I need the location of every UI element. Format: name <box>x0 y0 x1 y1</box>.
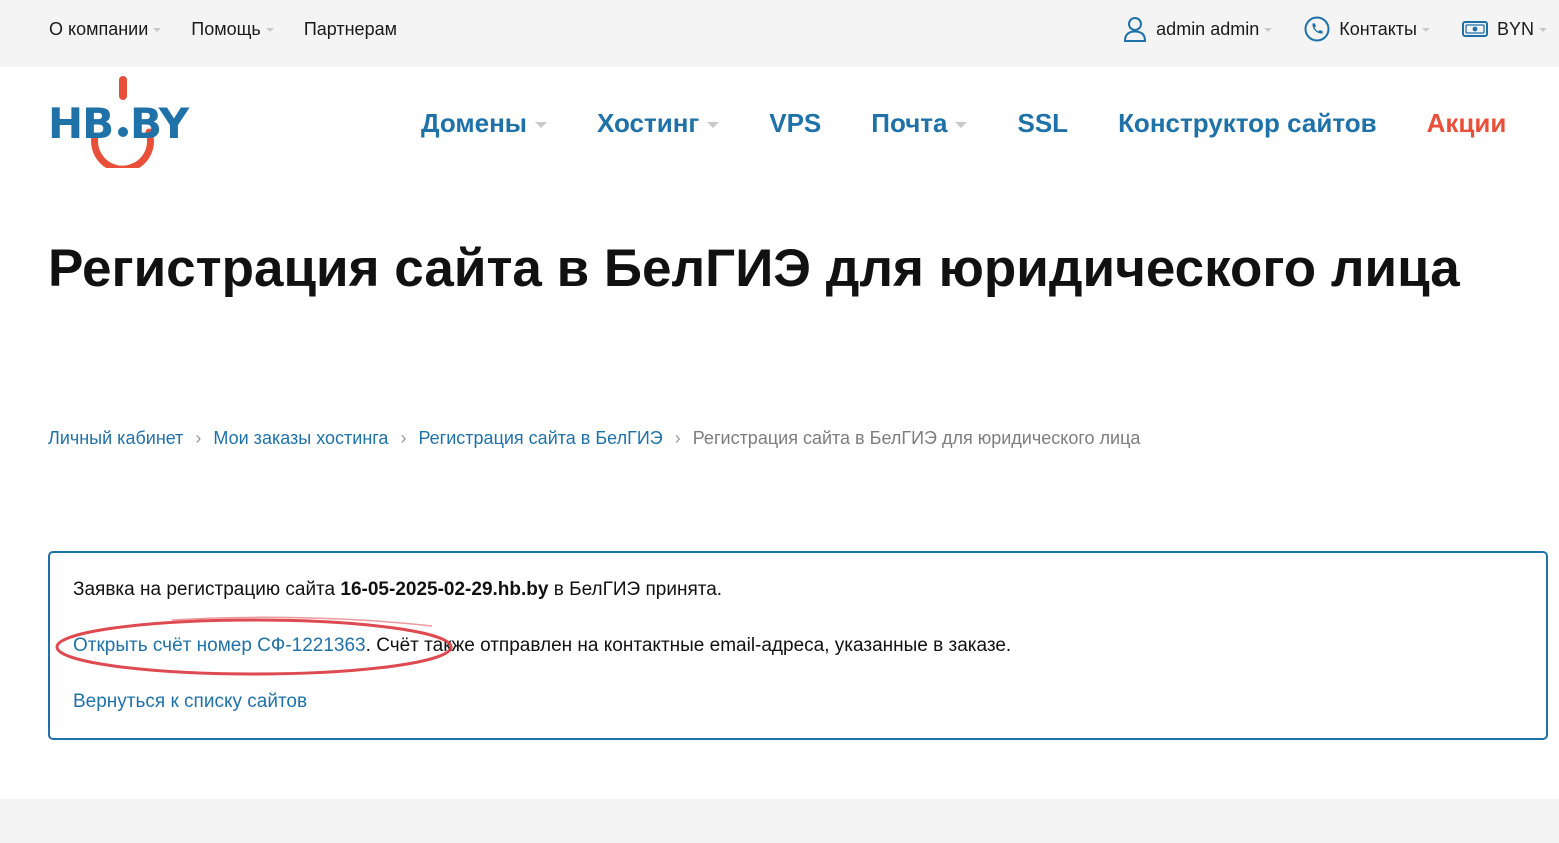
nav-vps-label: VPS <box>769 108 822 138</box>
breadcrumb-current: Регистрация сайта в БелГИЭ для юридическ… <box>692 428 1141 448</box>
contacts-menu-label: Контакты <box>1339 18 1417 39</box>
breadcrumb-cabinet[interactable]: Личный кабинет <box>48 428 183 449</box>
breadcrumb-hosting-orders[interactable]: Мои заказы хостинга <box>213 428 388 449</box>
site-logo[interactable]: HB BY <box>47 76 199 173</box>
user-icon <box>1124 17 1147 42</box>
money-icon <box>1461 21 1488 37</box>
success-notice: Заявка на регистрацию сайта 16-05-2025-0… <box>48 551 1548 740</box>
nav-promo[interactable]: Акции <box>1427 108 1507 139</box>
notice-line1-suffix: в БелГИЭ принята. <box>548 579 723 600</box>
top-utility-bar: О компании Помощь Партнерам admin admin … <box>0 0 1559 67</box>
nav-ssl[interactable]: SSL <box>1017 108 1068 139</box>
chevron-down-icon <box>1539 27 1547 32</box>
chevron-down-icon <box>955 121 968 128</box>
footer-strip <box>0 799 1559 843</box>
breadcrumb-separator-icon: › <box>195 428 202 448</box>
top-menu-help-label: Помощь <box>191 18 261 39</box>
breadcrumb-belgie-registration[interactable]: Регистрация сайта в БелГИЭ <box>418 428 662 449</box>
nav-domains[interactable]: Домены <box>421 108 547 139</box>
nav-mail-label: Почта <box>871 108 948 138</box>
nav-vps[interactable]: VPS <box>769 108 821 139</box>
nav-mail[interactable]: Почта <box>871 108 968 139</box>
nav-hosting-label: Хостинг <box>596 108 700 138</box>
open-invoice-link[interactable]: Открыть счёт номер СФ-1221363 <box>73 635 366 656</box>
phone-icon <box>1304 16 1330 42</box>
top-menu-help[interactable]: Помощь <box>191 19 274 40</box>
notice-invoice-text: Открыть счёт номер СФ-1221363. Счёт такж… <box>73 635 1011 657</box>
nav-ssl-label: SSL <box>1017 108 1069 138</box>
chevron-down-icon <box>265 27 274 32</box>
top-menu-partners-label: Партнерам <box>303 18 397 39</box>
main-nav: Домены Хостинг VPS Почта SSL Конструктор… <box>421 67 1506 180</box>
breadcrumb: Личный кабинет › Мои заказы хостинга › Р… <box>48 428 1140 449</box>
notice-line2-suffix: . Счёт также отправлен на контактные ema… <box>365 635 1012 656</box>
top-menu-about[interactable]: О компании <box>49 18 162 40</box>
notice-back-line: Вернуться к списку сайтов <box>73 691 307 713</box>
user-menu[interactable]: admin admin <box>1123 16 1273 42</box>
svg-text:HB: HB <box>48 99 113 148</box>
page-title: Регистрация сайта в БелГИЭ для юридическ… <box>48 239 1460 298</box>
nav-hosting[interactable]: Хостинг <box>596 108 720 139</box>
contacts-menu[interactable]: Контакты <box>1304 16 1430 42</box>
back-to-sites-link[interactable]: Вернуться к списку сайтов <box>73 691 307 712</box>
chevron-down-icon <box>707 121 720 128</box>
hb-by-logo: HB BY <box>48 76 191 173</box>
top-menu-about-label: О компании <box>49 18 149 39</box>
chevron-down-icon <box>153 27 162 32</box>
breadcrumb-separator-icon: › <box>400 428 407 448</box>
main-header: HB BY Домены Хостинг VPS Почта SSL Конст… <box>0 67 1559 180</box>
currency-menu[interactable]: BYN <box>1461 18 1547 40</box>
nav-promo-label: Акции <box>1426 108 1507 138</box>
user-menu-label: admin admin <box>1156 18 1260 39</box>
nav-site-builder[interactable]: Конструктор сайтов <box>1118 108 1377 139</box>
currency-menu-label: BYN <box>1496 18 1534 39</box>
top-left-menu: О компании Помощь Партнерам <box>49 0 427 58</box>
chevron-down-icon <box>1264 27 1273 32</box>
chevron-down-icon <box>1421 27 1430 32</box>
breadcrumb-separator-icon: › <box>674 428 681 448</box>
nav-site-builder-label: Конструктор сайтов <box>1118 108 1377 138</box>
notice-accepted-text: Заявка на регистрацию сайта 16-05-2025-0… <box>73 579 722 601</box>
top-menu-partners[interactable]: Партнерам <box>304 19 397 40</box>
nav-domains-label: Домены <box>421 108 527 138</box>
svg-text:BY: BY <box>130 99 190 148</box>
chevron-down-icon <box>534 121 547 128</box>
notice-domain: 16-05-2025-02-29.hb.by <box>340 579 549 600</box>
top-right-menu: admin admin Контакты BYN <box>1091 0 1547 58</box>
notice-line1-prefix: Заявка на регистрацию сайта <box>73 579 341 600</box>
